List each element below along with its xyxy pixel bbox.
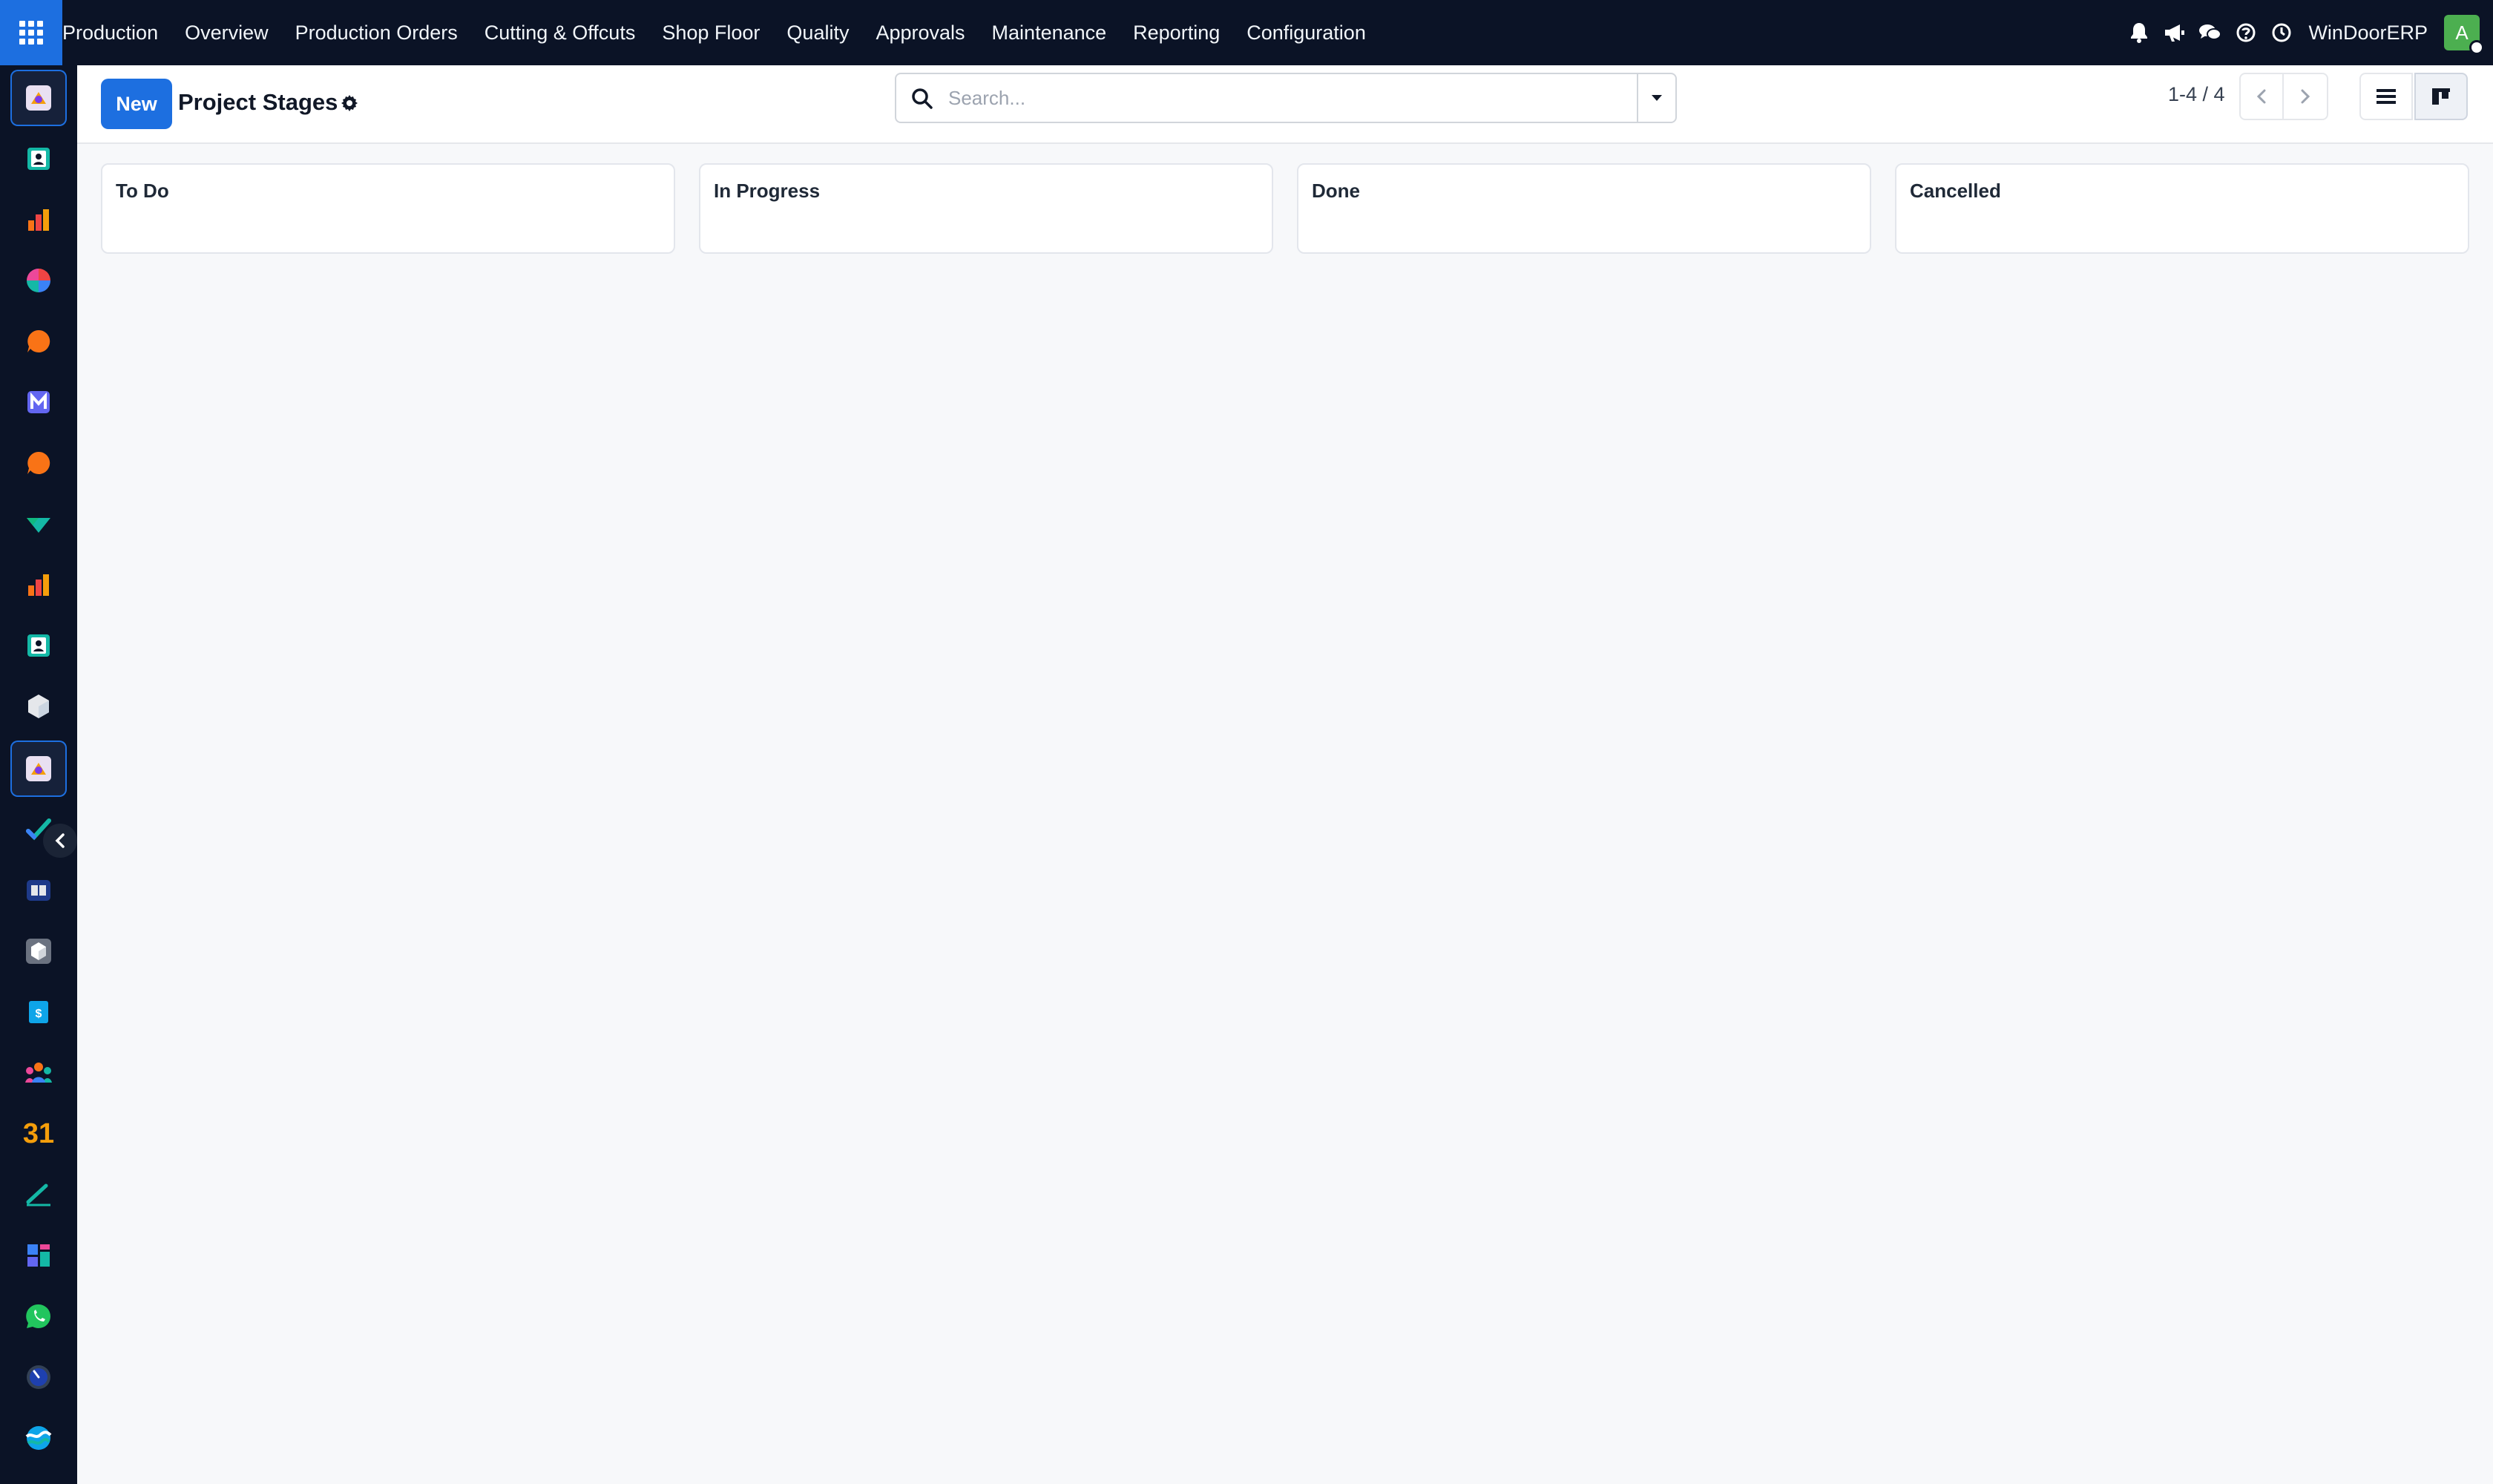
pager-value[interactable]: 1-4 / 4 (2168, 83, 2225, 106)
sidebar-app-project[interactable] (10, 496, 67, 552)
caret-down-icon (1652, 95, 1662, 101)
sidebar-app-email-marketing[interactable] (10, 374, 67, 430)
new-button[interactable]: New (101, 79, 172, 129)
sidebar-app-production-current[interactable] (10, 741, 67, 797)
search-bar (895, 73, 1677, 123)
column-title: Cancelled (1910, 180, 2001, 202)
menu-item-cutting-offcuts[interactable]: Cutting & Offcuts (471, 0, 649, 65)
sidebar-app-accounting[interactable]: $ (10, 984, 67, 1040)
whatsapp-app-icon (26, 1304, 50, 1328)
discuss-app-icon (27, 329, 50, 352)
systray: WinDoorERP A (2121, 0, 2493, 65)
sidebar-app-reporting[interactable] (10, 252, 67, 309)
kanban-column-cancelled[interactable]: Cancelled (1895, 163, 2469, 254)
production-app-icon (26, 85, 51, 111)
sidebar-app-inventory[interactable] (10, 678, 67, 735)
company-switcher[interactable]: WinDoorERP (2299, 22, 2444, 45)
app-sidebar: $ 31 (0, 65, 77, 1484)
megaphone-icon[interactable] (2157, 15, 2193, 50)
sidebar-app-employees[interactable] (10, 617, 67, 674)
user-avatar[interactable]: A (2444, 15, 2484, 55)
menu-item-quality[interactable]: Quality (773, 0, 862, 65)
sidebar-collapse-button[interactable] (43, 824, 77, 858)
accounting-app-icon: $ (29, 1001, 48, 1023)
sidebar-app-whatsapp[interactable] (10, 1288, 67, 1345)
calendar-app-icon: 31 (22, 1117, 55, 1149)
avatar-initial: A (2455, 21, 2469, 44)
knowledge-app-icon (27, 880, 50, 901)
sidebar-app-dashboard[interactable] (10, 1227, 67, 1284)
grid-icon (19, 21, 43, 45)
kanban-column-to-do[interactable]: To Do (101, 163, 675, 254)
contacts-app-icon (27, 148, 50, 170)
barcode-app-icon (26, 939, 51, 964)
app-menu-button[interactable] (0, 0, 62, 65)
presence-status-dot (2469, 40, 2484, 55)
bell-icon[interactable] (2121, 15, 2157, 50)
menu-brand-production[interactable]: Production (62, 0, 171, 65)
employees-app-icon (27, 634, 50, 657)
discuss-app-icon (27, 451, 50, 474)
chevron-left-icon (55, 833, 65, 848)
column-title: In Progress (714, 180, 821, 202)
chat-icon[interactable] (2193, 15, 2228, 50)
menu-item-maintenance[interactable]: Maintenance (979, 0, 1120, 65)
menu-item-reporting[interactable]: Reporting (1120, 0, 1233, 65)
sidebar-app-appointments[interactable] (10, 1349, 67, 1405)
sidebar-app-barcode[interactable] (10, 923, 67, 979)
column-title: Done (1312, 180, 1360, 202)
list-view-button[interactable] (2359, 73, 2413, 120)
sidebar-app-sign[interactable] (10, 1166, 67, 1223)
chevron-right-icon (2301, 89, 2310, 104)
search-icon (912, 88, 933, 109)
sidebar-app-spreadsheet[interactable] (10, 556, 67, 613)
spreadsheet-app-icon (28, 574, 49, 596)
sidebar-app-discuss[interactable] (10, 313, 67, 370)
top-navbar: Production Overview Production Orders Cu… (0, 0, 2493, 65)
sidebar-app-crm-team[interactable] (10, 1045, 67, 1101)
list-view-icon (2377, 89, 2396, 104)
crm-team-app-icon (25, 1063, 52, 1083)
sidebar-app-website[interactable] (10, 1410, 67, 1466)
chevron-left-icon (2256, 89, 2266, 104)
menu-item-overview[interactable]: Overview (171, 0, 282, 65)
appointments-app-icon (27, 1365, 50, 1389)
menu-item-approvals[interactable]: Approvals (862, 0, 978, 65)
sidebar-app-discuss-2[interactable] (10, 435, 67, 491)
gear-icon[interactable] (337, 91, 362, 116)
kanban-board: To Do In Progress Done Cancelled (101, 163, 2469, 254)
reporting-app-icon (27, 269, 50, 292)
kanban-view-button[interactable] (2414, 73, 2468, 120)
menu-item-configuration[interactable]: Configuration (1233, 0, 1379, 65)
email-marketing-app-icon (27, 391, 50, 413)
page-title: Project Stages (178, 89, 338, 115)
project-app-icon (27, 518, 50, 533)
main-menu: Production Overview Production Orders Cu… (62, 0, 1379, 65)
kanban-column-done[interactable]: Done (1297, 163, 1871, 254)
sidebar-app-production[interactable] (10, 70, 67, 126)
svg-text:$: $ (36, 1008, 42, 1020)
dashboards-app-icon (28, 209, 49, 231)
search-input[interactable] (948, 80, 1601, 116)
sidebar-app-contacts[interactable] (10, 131, 67, 187)
control-panel: New Project Stages 1-4 / 4 (77, 65, 2493, 144)
sidebar-app-dashboards[interactable] (10, 191, 67, 248)
pager-previous-button[interactable] (2239, 73, 2284, 120)
dashboard-app-icon (27, 1244, 50, 1267)
sign-app-icon (26, 1183, 50, 1206)
clock-icon[interactable] (2264, 15, 2299, 50)
sidebar-app-knowledge[interactable] (10, 862, 67, 919)
kanban-column-in-progress[interactable]: In Progress (699, 163, 1273, 254)
menu-item-production-orders[interactable]: Production Orders (282, 0, 471, 65)
search-options-toggle[interactable] (1637, 74, 1675, 122)
sidebar-app-calendar[interactable]: 31 (10, 1106, 67, 1162)
production-app-icon (26, 756, 51, 781)
website-app-icon (25, 1426, 52, 1450)
kanban-view-icon (2432, 88, 2450, 105)
menu-item-shop-floor[interactable]: Shop Floor (648, 0, 773, 65)
help-icon[interactable] (2228, 15, 2264, 50)
inventory-app-icon (28, 695, 49, 718)
column-title: To Do (116, 180, 169, 202)
pager-next-button[interactable] (2284, 73, 2328, 120)
